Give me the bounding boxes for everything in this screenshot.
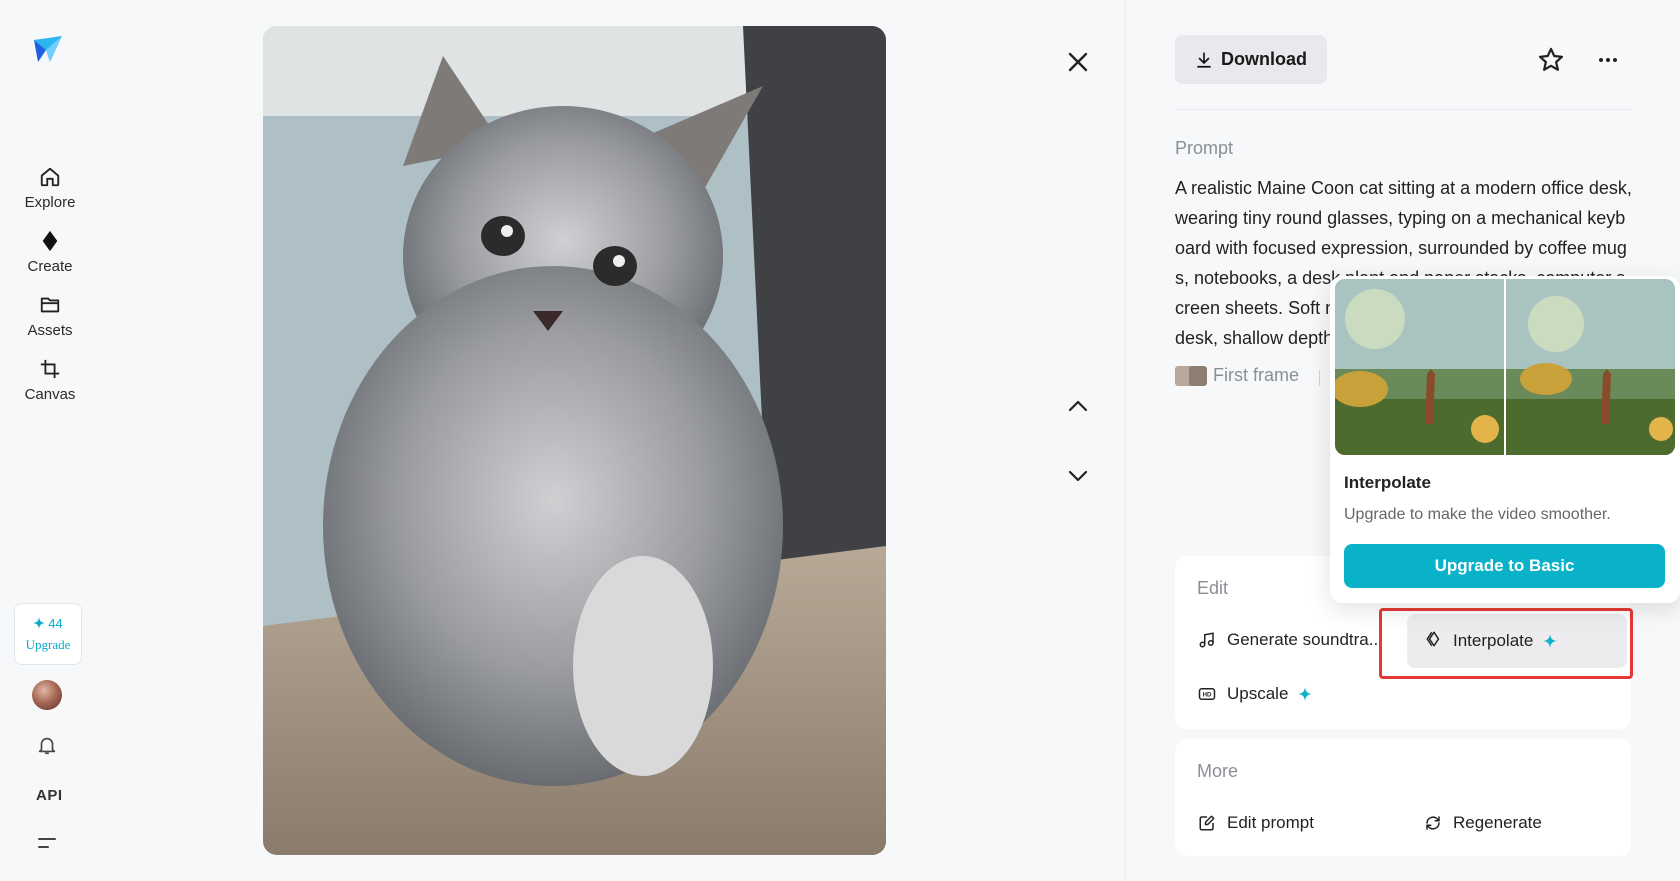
sparkle-icon (33, 617, 46, 629)
api-link[interactable]: API (36, 787, 63, 804)
chevron-down-icon[interactable] (1064, 462, 1092, 490)
credits-count: 44 (33, 615, 63, 631)
download-label: Download (1221, 49, 1307, 69)
avatar[interactable] (32, 680, 62, 710)
popover-title: Interpolate (1344, 473, 1431, 492)
sidebar-item-assets[interactable]: Assets (10, 292, 90, 339)
preview-image-after (1506, 279, 1675, 455)
main-image (263, 26, 886, 855)
interpolate-icon (1425, 630, 1443, 653)
crop-icon (37, 356, 63, 382)
left-sidebar: Explore Create Assets Canvas 44 Upgrade … (0, 0, 100, 881)
download-icon (1197, 51, 1211, 68)
bell-icon[interactable] (36, 734, 58, 756)
sidebar-item-explore[interactable]: Explore (10, 164, 90, 211)
folder-icon (37, 292, 63, 318)
refresh-icon (1423, 813, 1443, 833)
more-card: More Edit prompt Regenerate (1175, 739, 1631, 856)
sidebar-item-label: Canvas (24, 386, 76, 403)
home-icon (37, 164, 63, 190)
prompt-label: Prompt (1175, 138, 1234, 158)
interpolate-popover: Interpolate Upgrade to make the video sm… (1330, 276, 1680, 603)
sidebar-item-label: Create (27, 258, 73, 275)
more-options-icon[interactable] (1594, 46, 1622, 74)
star-icon[interactable] (1537, 46, 1565, 74)
upscale-button[interactable]: HD Upscale (1197, 684, 1313, 704)
upgrade-to-basic-button[interactable]: Upgrade to Basic (1344, 544, 1665, 588)
upgrade-label: Upgrade (25, 636, 71, 652)
upgrade-card[interactable]: 44 Upgrade (14, 603, 82, 665)
regenerate-label: Regenerate (1453, 813, 1542, 832)
hd-icon: HD (1197, 684, 1217, 704)
svg-text:HD: HD (1203, 693, 1212, 699)
panel-divider (1125, 0, 1126, 881)
first-frame-tag[interactable]: First frame (1175, 365, 1299, 386)
popover-description: Upgrade to make the video smoother. (1344, 506, 1611, 523)
sidebar-item-label: Explore (24, 194, 76, 211)
edit-icon (1197, 813, 1217, 833)
sidebar-item-create[interactable]: Create (10, 228, 90, 275)
sidebar-item-label: Assets (27, 322, 73, 339)
first-frame-label: First frame (1213, 365, 1300, 385)
generate-soundtrack-button[interactable]: Generate soundtra... (1197, 630, 1383, 650)
separator (1319, 370, 1320, 386)
app-logo[interactable] (30, 32, 66, 68)
more-title: More (1197, 761, 1239, 781)
header-divider (1175, 109, 1631, 110)
generate-soundtrack-label: Generate soundtra... (1227, 630, 1383, 649)
first-frame-thumbnails (1175, 365, 1207, 386)
close-icon[interactable] (1064, 48, 1092, 76)
music-note-icon (1197, 630, 1217, 650)
interpolate-button[interactable]: Interpolate (1407, 614, 1627, 668)
edit-title: Edit (1197, 578, 1229, 598)
chevron-up-icon[interactable] (1064, 392, 1092, 420)
edit-prompt-button[interactable]: Edit prompt (1197, 813, 1314, 833)
regenerate-button[interactable]: Regenerate (1423, 813, 1542, 833)
preview-image-before (1335, 279, 1504, 455)
sparkle-icon (1298, 687, 1313, 701)
download-button[interactable]: Download (1175, 35, 1327, 84)
sidebar-item-canvas[interactable]: Canvas (10, 356, 90, 403)
menu-icon[interactable] (38, 836, 56, 850)
diamond-icon (37, 228, 63, 254)
credits-value: 44 (48, 615, 63, 631)
interpolate-label: Interpolate (1453, 631, 1534, 650)
edit-prompt-label: Edit prompt (1227, 813, 1314, 832)
upscale-label: Upscale (1227, 684, 1289, 703)
sparkle-icon (1543, 634, 1558, 648)
preview-images (1335, 279, 1675, 455)
